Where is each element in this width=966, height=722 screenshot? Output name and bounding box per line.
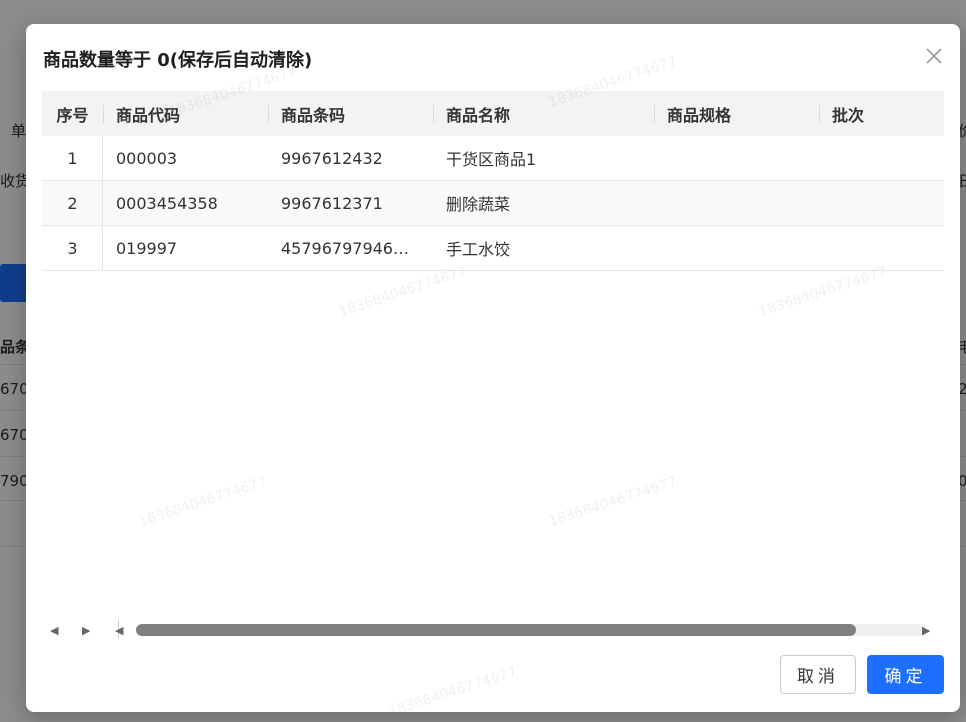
- dialog-title: 商品数量等于 0(保存后自动清除): [43, 50, 313, 71]
- cell-barcode: 45796797946…: [281, 238, 409, 258]
- column-separator: [268, 104, 269, 123]
- watermark: 18368404677467​7: [136, 473, 269, 531]
- watermark: 18368404677467​7: [546, 473, 679, 531]
- horizontal-scrollbar[interactable]: ◀ ▶ ◀ ▶: [42, 618, 944, 642]
- scroll-track[interactable]: [136, 624, 926, 636]
- watermark: 18368404677467​7: [386, 663, 519, 712]
- cell-name: 干货区商品1: [446, 150, 537, 169]
- cell-barcode: 9967612432: [281, 148, 383, 168]
- cell-index: 3: [67, 238, 78, 258]
- cell-code: 0003454358: [116, 193, 218, 213]
- column-header-name: 商品名称: [433, 102, 654, 126]
- scroll-right-icon[interactable]: ▶: [922, 624, 930, 637]
- cell-code: 000003: [116, 148, 178, 168]
- table-header: 序号 商品代码 商品条码 商品名称 商品规格 批次: [42, 91, 944, 136]
- close-icon: [926, 48, 942, 64]
- column-header-spec: 商品规格: [654, 102, 819, 126]
- column-header-batch: 批次: [819, 102, 944, 126]
- cell-name: 删除蔬菜: [446, 195, 511, 214]
- column-separator: [654, 104, 655, 123]
- cell-name: 手工水饺: [446, 240, 511, 259]
- close-button[interactable]: [920, 42, 948, 70]
- cell-index: 1: [67, 148, 78, 168]
- cancel-button[interactable]: 取消: [780, 655, 856, 694]
- table-row[interactable]: 3 019997 45796797946… 手工水饺: [42, 226, 944, 271]
- index-column-divider: [102, 136, 103, 271]
- watermark: 18368404677467​7: [756, 263, 889, 321]
- confirm-button[interactable]: 确定: [867, 655, 944, 694]
- table-row[interactable]: 1 000003 9967612432 干货区商品1: [42, 136, 944, 181]
- scroll-right-icon[interactable]: ▶: [82, 624, 90, 637]
- column-separator: [433, 104, 434, 123]
- product-table: 序号 商品代码 商品条码 商品名称 商品规格 批次 1 000003 99676…: [42, 91, 944, 271]
- scroll-thumb[interactable]: [136, 624, 856, 636]
- column-separator: [103, 104, 104, 123]
- cell-index: 2: [67, 193, 78, 213]
- cell-barcode: 9967612371: [281, 193, 383, 213]
- column-header-barcode: 商品条码: [268, 102, 433, 126]
- column-header-code: 商品代码: [103, 102, 268, 126]
- scroll-left-icon[interactable]: ◀: [115, 624, 123, 637]
- column-separator: [819, 104, 820, 123]
- watermark: 18368404677467​7: [336, 263, 469, 321]
- table-row[interactable]: 2 0003454358 9967612371 删除蔬菜: [42, 181, 944, 226]
- cell-code: 019997: [116, 238, 178, 258]
- scroll-left-icon[interactable]: ◀: [50, 624, 58, 637]
- column-header-index: 序号: [56, 105, 89, 125]
- zero-quantity-dialog: 商品数量等于 0(保存后自动清除) 序号 商品代码 商品条码 商品名称 商品规格…: [26, 24, 960, 712]
